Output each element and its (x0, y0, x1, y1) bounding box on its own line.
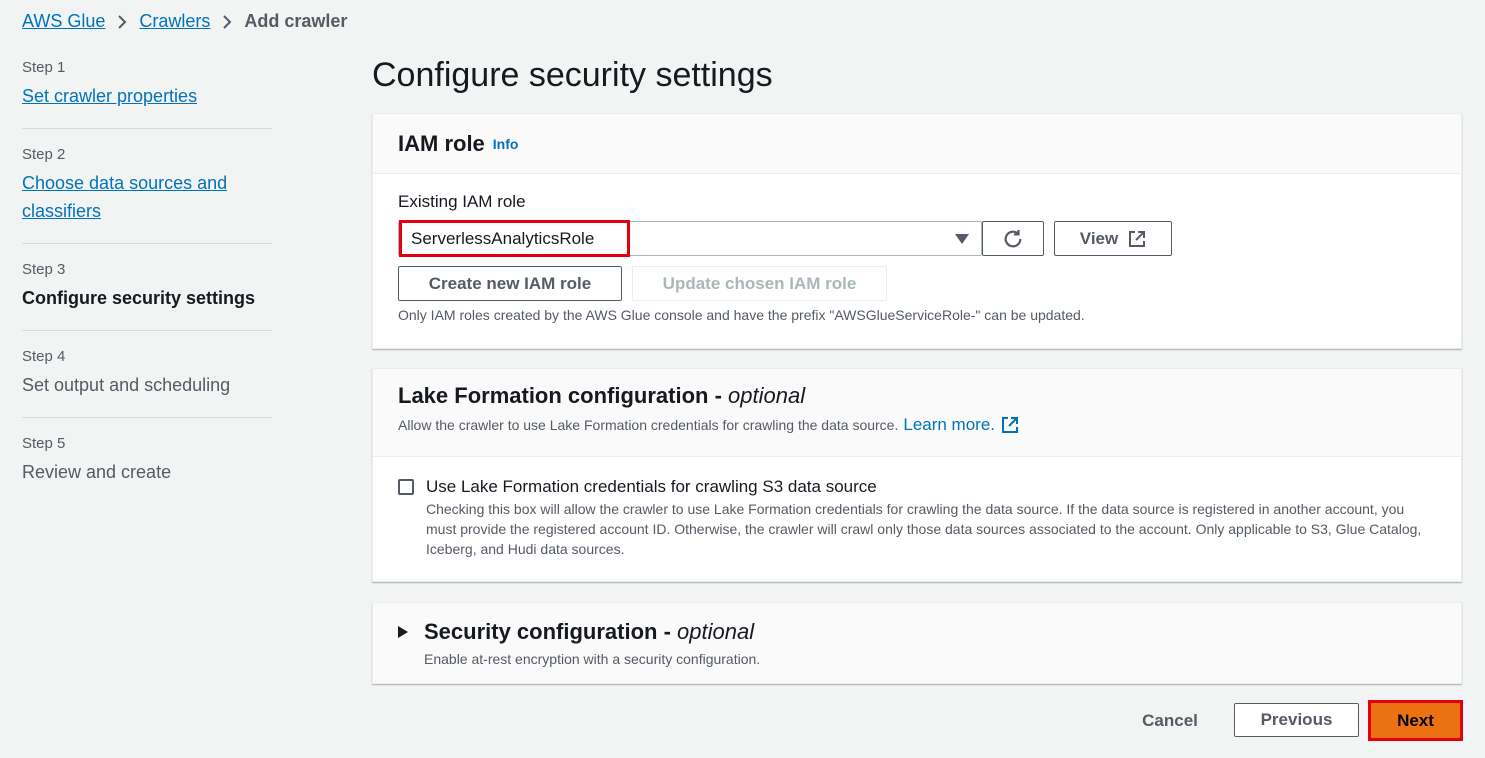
checkbox-label[interactable]: Use Lake Formation credentials for crawl… (426, 477, 877, 497)
learn-more-label: Learn more. (903, 415, 996, 434)
existing-iam-role-label: Existing IAM role (398, 192, 526, 211)
step-2: Step 2 Choose data sources and classifie… (22, 145, 272, 244)
step-4: Step 4 Set output and scheduling (22, 347, 272, 418)
lake-description-text: Allow the crawler to use Lake Formation … (398, 417, 899, 433)
lake-formation-checkbox-row[interactable]: Use Lake Formation credentials for crawl… (398, 477, 877, 497)
previous-button[interactable]: Previous (1234, 703, 1359, 737)
iam-role-select[interactable]: ServerlessAnalyticsRole (398, 220, 982, 257)
security-config-toggle[interactable]: Security configuration - optional (398, 619, 754, 645)
lake-formation-checkbox[interactable] (398, 479, 414, 495)
optional-label: optional (728, 383, 806, 408)
step-3: Step 3 Configure security settings (22, 260, 272, 331)
iam-role-panel: IAM role Info Existing IAM role Serverle… (372, 113, 1462, 349)
panel-title: Lake Formation configuration - optional (398, 383, 1436, 409)
security-description: Enable at-rest encryption with a securit… (424, 651, 761, 667)
page-title: Configure security settings (372, 56, 773, 94)
panel-title: IAM role (398, 130, 485, 156)
optional-label: optional (677, 619, 755, 644)
refresh-icon (1004, 229, 1022, 247)
step-number: Step 4 (22, 348, 66, 365)
view-label: View (1079, 228, 1119, 248)
breadcrumb: AWS Glue Crawlers Add crawler (22, 11, 347, 32)
step-label-review-create: Review and create (22, 462, 172, 482)
checkbox-description: Checking this box will allow the crawler… (426, 501, 1422, 557)
step-1: Step 1 Set crawler properties (22, 58, 272, 129)
refresh-button[interactable] (982, 221, 1044, 256)
step-number: Step 5 (22, 435, 66, 452)
step-number: Step 2 (22, 146, 66, 163)
learn-more-link[interactable]: Learn more. (903, 415, 1019, 435)
info-link[interactable]: Info (493, 136, 519, 152)
update-iam-role-button[interactable]: Update chosen IAM role (632, 266, 887, 301)
panel-header: Lake Formation configuration - optional … (373, 369, 1461, 457)
step-label-output-scheduling: Set output and scheduling (22, 375, 231, 395)
breadcrumb-aws-glue[interactable]: AWS Glue (22, 11, 105, 32)
breadcrumb-current: Add crawler (244, 11, 348, 31)
panel-title: Security configuration - optional (424, 619, 754, 645)
step-number: Step 3 (22, 261, 66, 278)
breadcrumb-crawlers[interactable]: Crawlers (139, 11, 210, 32)
external-link-icon (1002, 417, 1019, 433)
wizard-steps: Step 1 Set crawler properties Step 2 Cho… (22, 58, 272, 520)
panel-header: IAM role Info (373, 114, 1461, 174)
create-iam-role-button[interactable]: Create new IAM role (398, 266, 622, 301)
view-button[interactable]: View (1054, 221, 1172, 256)
selected-role-value: ServerlessAnalyticsRole (399, 220, 630, 257)
caret-down-icon (955, 234, 969, 244)
lake-formation-panel: Lake Formation configuration - optional … (372, 368, 1462, 582)
security-configuration-panel[interactable]: Security configuration - optional Enable… (372, 602, 1462, 684)
step-number: Step 1 (22, 59, 66, 76)
external-link-icon (1129, 230, 1146, 247)
panel-title-text: Lake Formation configuration - (398, 383, 729, 408)
step-link-choose-data-sources[interactable]: Choose data sources and classifiers (22, 173, 227, 221)
cancel-button[interactable]: Cancel (1130, 704, 1210, 737)
step-5: Step 5 Review and create (22, 434, 272, 504)
step-current-configure-security: Configure security settings (22, 288, 256, 308)
step-link-set-crawler-properties[interactable]: Set crawler properties (22, 86, 197, 106)
iam-help-text: Only IAM roles created by the AWS Glue c… (398, 307, 1085, 323)
caret-right-icon (398, 626, 408, 638)
panel-title-text: Security configuration - (424, 619, 678, 644)
chevron-right-icon (117, 14, 127, 30)
next-button[interactable]: Next (1368, 700, 1463, 741)
lake-description: Allow the crawler to use Lake Formation … (398, 415, 1436, 435)
chevron-right-icon (222, 14, 232, 30)
